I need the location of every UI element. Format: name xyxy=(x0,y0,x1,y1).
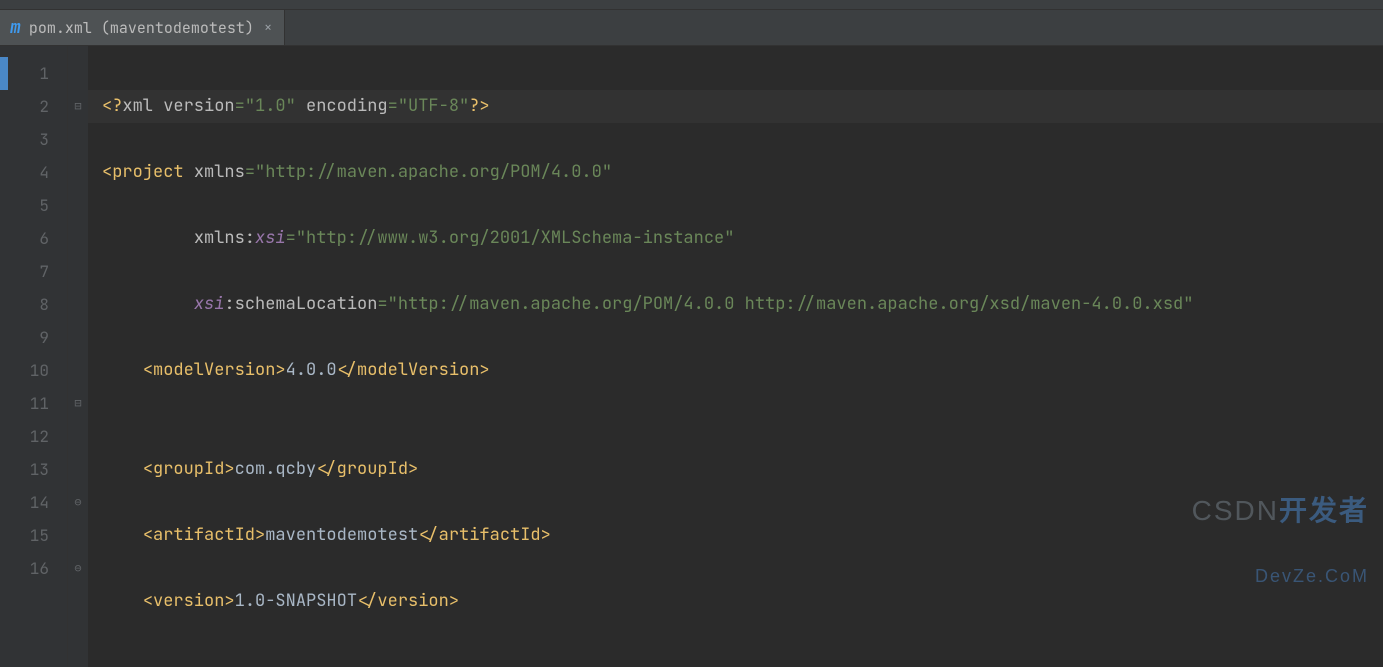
fold-mark xyxy=(68,321,88,354)
watermark: CSDN开发者 DevZe.CoM xyxy=(1133,461,1369,659)
line-number: 14 xyxy=(8,486,49,519)
close-icon[interactable]: × xyxy=(262,19,274,37)
fold-mark xyxy=(68,519,88,552)
line-number: 12 xyxy=(8,420,49,453)
line-number: 6 xyxy=(8,222,49,255)
fold-mark xyxy=(68,453,88,486)
line-number: 8 xyxy=(8,288,49,321)
file-tab-pom-xml[interactable]: m pom.xml (maventodemotest) × xyxy=(0,10,285,45)
line-number: 4 xyxy=(8,156,49,189)
line-number-gutter: 1 2 3 4 5 6 7 8 9 10 11 12 13 14 15 16 xyxy=(8,46,68,667)
fold-mark xyxy=(68,57,88,90)
maven-file-icon: m xyxy=(10,16,21,39)
line-number: 3 xyxy=(8,123,49,156)
fold-mark xyxy=(68,288,88,321)
line-number: 1 xyxy=(8,57,49,90)
code-area[interactable]: <?xml version="1.0" encoding="UTF-8"?> <… xyxy=(88,46,1383,667)
fold-mark xyxy=(68,222,88,255)
fold-mark xyxy=(68,156,88,189)
code-line: <groupId>com.qcby</groupId> xyxy=(102,453,1383,486)
line-number: 5 xyxy=(8,189,49,222)
bookmark-gutter xyxy=(0,46,8,667)
fold-end-icon[interactable]: ⊖ xyxy=(68,552,88,585)
code-line: <modelVersion>4.0.0</modelVersion> xyxy=(102,354,1383,387)
fold-mark xyxy=(68,354,88,387)
line-highlight-marker xyxy=(0,57,8,90)
fold-end-icon[interactable]: ⊖ xyxy=(68,486,88,519)
code-line: <version>1.0-SNAPSHOT</version> xyxy=(102,585,1383,618)
line-number: 11 xyxy=(8,387,49,420)
line-number: 7 xyxy=(8,255,49,288)
code-line: <artifactId>maventodemotest</artifactId> xyxy=(102,519,1383,552)
tab-label: pom.xml (maventodemotest) xyxy=(29,18,254,38)
code-line: xmlns:xsi="http://www.w3.org/2001/XMLSch… xyxy=(102,222,1383,255)
fold-mark xyxy=(68,189,88,222)
fold-collapse-icon[interactable]: ⊟ xyxy=(68,387,88,420)
window-top-bar xyxy=(0,0,1383,10)
line-number: 2 xyxy=(8,90,49,123)
code-line: <?xml version="1.0" encoding="UTF-8"?> xyxy=(88,90,1383,123)
line-number: 16 xyxy=(8,552,49,585)
code-editor: 1 2 3 4 5 6 7 8 9 10 11 12 13 14 15 16 ⊟… xyxy=(0,46,1383,667)
code-line: <project xmlns="http://maven.apache.org/… xyxy=(102,156,1383,189)
fold-mark xyxy=(68,420,88,453)
line-number: 9 xyxy=(8,321,49,354)
fold-mark xyxy=(68,255,88,288)
line-number: 10 xyxy=(8,354,49,387)
line-number: 15 xyxy=(8,519,49,552)
fold-collapse-icon[interactable]: ⊟ xyxy=(68,90,88,123)
line-number: 13 xyxy=(8,453,49,486)
fold-mark xyxy=(68,123,88,156)
fold-gutter: ⊟ ⊟ ⊖ ⊖ xyxy=(68,46,88,667)
code-line: xsi:schemaLocation="http://maven.apache.… xyxy=(102,288,1383,321)
editor-tab-bar: m pom.xml (maventodemotest) × xyxy=(0,10,1383,46)
